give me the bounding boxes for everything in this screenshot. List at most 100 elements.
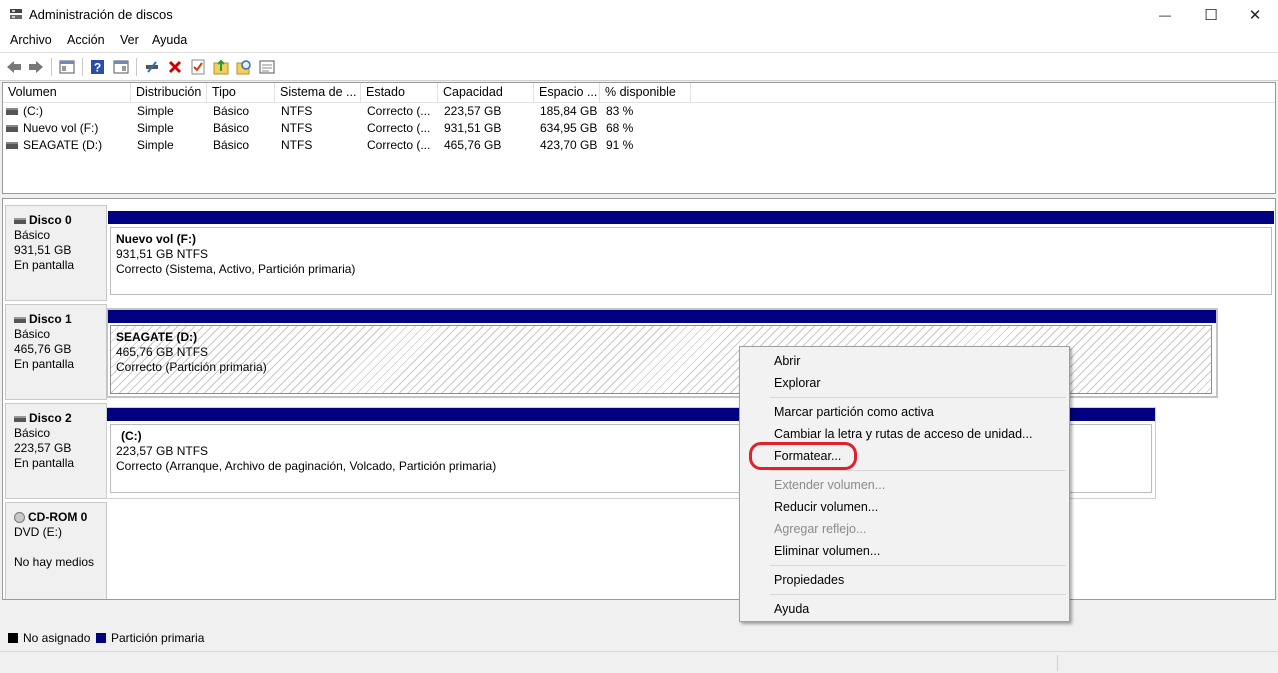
disk-0-size: 931,51 GB [14, 243, 72, 257]
disk-2-type: Básico [14, 426, 51, 440]
disk-1-size: 465,76 GB [14, 342, 72, 356]
cdrom-0-size [14, 540, 106, 555]
column-header-espacio[interactable]: Espacio ... [534, 83, 600, 102]
table-row[interactable]: (C:) Simple Básico NTFS Correcto (... 22… [3, 103, 1275, 120]
column-header-disponible[interactable]: % disponible [600, 83, 691, 102]
type-cell: Básico [213, 104, 250, 118]
disk-1-status: En pantalla [14, 357, 75, 371]
disk-2-size: 223,57 GB [14, 441, 72, 455]
percent-free-cell: 68 % [606, 121, 634, 135]
menu-separator [770, 397, 1066, 398]
disk-0-status: En pantalla [14, 258, 75, 272]
partition-d-name: SEAGATE (D:) [116, 330, 198, 344]
disk-0-label[interactable]: Disco 0 Básico 931,51 GB En pantalla [5, 205, 107, 301]
toolbar-separator [136, 58, 137, 76]
disk-icon [14, 217, 26, 224]
disk-icon [14, 316, 26, 323]
table-row[interactable]: SEAGATE (D:) Simple Básico NTFS Correcto… [3, 137, 1275, 154]
legend-primary-partition: Partición primaria [111, 631, 205, 645]
volume-name: (C:) [23, 104, 43, 118]
filesystem-cell: NTFS [281, 121, 313, 135]
menu-ayuda[interactable]: Ayuda [152, 33, 187, 47]
connect-disk-icon[interactable] [143, 58, 160, 75]
menu-separator [770, 470, 1066, 471]
console-tree-icon[interactable] [58, 58, 75, 75]
menu-item-eliminar[interactable]: Eliminar volumen... [774, 541, 880, 561]
layout-cell: Simple [137, 121, 174, 135]
disk-graphical-view: Disco 0 Básico 931,51 GB En pantalla Nue… [2, 198, 1276, 600]
column-header-capacidad[interactable]: Capacidad [438, 83, 534, 102]
drive-icon [6, 142, 18, 150]
menu-item-reducir[interactable]: Reducir volumen... [774, 497, 878, 517]
volume-cell: (C:) [3, 103, 131, 120]
filesystem-cell: NTFS [281, 104, 313, 118]
menu-item-marcar-activa[interactable]: Marcar partición como activa [774, 402, 934, 422]
details-icon[interactable] [258, 58, 275, 75]
minimize-button[interactable]: — [1142, 0, 1188, 30]
menu-archivo[interactable]: Archivo [10, 33, 52, 47]
partition-f-status: Correcto (Sistema, Activo, Partición pri… [116, 262, 356, 276]
properties-icon[interactable] [112, 58, 129, 75]
context-menu: Abrir Explorar Marcar partición como act… [739, 346, 1070, 622]
capacity-cell: 465,76 GB [444, 138, 502, 152]
cdrom-0-label[interactable]: CD-ROM 0 DVD (E:) No hay medios [5, 502, 107, 599]
primary-partition-swatch [96, 633, 106, 643]
formatear-highlight-circle [749, 442, 857, 470]
help-icon[interactable]: ? [89, 58, 106, 75]
delete-icon[interactable] [166, 58, 183, 75]
window-title: Administración de discos [29, 7, 173, 22]
toolbar: ? [0, 52, 1278, 81]
menu-accion[interactable]: Acción [67, 33, 105, 47]
filesystem-cell: NTFS [281, 138, 313, 152]
back-arrow-icon[interactable] [5, 58, 22, 75]
capacity-cell: 223,57 GB [444, 104, 502, 118]
volume-name: Nuevo vol (F:) [23, 121, 99, 135]
maximize-icon: ☐ [1204, 7, 1218, 24]
check-icon[interactable] [189, 58, 206, 75]
partition-color-bar [108, 211, 1274, 224]
close-icon: ✕ [1248, 7, 1262, 24]
legend: No asignado Partición primaria [0, 629, 1278, 649]
cd-icon [14, 512, 25, 524]
status-bar [0, 651, 1278, 673]
status-cell: Correcto (... [367, 121, 431, 135]
title-bar: Administración de discos — ☐ ✕ [0, 0, 1278, 30]
column-header-tipo[interactable]: Tipo [207, 83, 275, 102]
menu-item-abrir[interactable]: Abrir [774, 351, 800, 371]
status-cell: Correcto (... [367, 138, 431, 152]
disk-icon [14, 415, 26, 422]
disk-1-type: Básico [14, 327, 51, 341]
menu-ver[interactable]: Ver [120, 33, 139, 47]
column-header-distribucion[interactable]: Distribución [131, 83, 207, 102]
svg-text:?: ? [94, 60, 101, 74]
drive-icon [6, 108, 18, 116]
disk-2-label[interactable]: Disco 2 Básico 223,57 GB En pantalla [5, 403, 107, 499]
column-header-volumen[interactable]: Volumen [3, 83, 131, 102]
column-header-estado[interactable]: Estado [361, 83, 438, 102]
unallocated-swatch [8, 633, 18, 643]
type-cell: Básico [213, 138, 250, 152]
disk-1-label[interactable]: Disco 1 Básico 465,76 GB En pantalla [5, 304, 107, 400]
menu-item-cambiar-letra[interactable]: Cambiar la letra y rutas de acceso de un… [774, 424, 1032, 444]
layout-cell: Simple [137, 104, 174, 118]
partition-f[interactable]: Nuevo vol (F:) 931,51 GB NTFS Correcto (… [108, 211, 1274, 299]
drive-icon [6, 125, 18, 133]
search-icon[interactable] [235, 58, 252, 75]
maximize-button[interactable]: ☐ [1188, 0, 1234, 30]
folder-up-icon[interactable] [212, 58, 229, 75]
status-cell: Correcto (... [367, 104, 431, 118]
free-space-cell: 185,84 GB [540, 104, 598, 118]
volume-name: SEAGATE (D:) [23, 138, 103, 152]
menu-item-propiedades[interactable]: Propiedades [774, 570, 844, 590]
close-button[interactable]: ✕ [1232, 0, 1278, 30]
column-header-sistema[interactable]: Sistema de ... [275, 83, 361, 102]
disk-0-type: Básico [14, 228, 51, 242]
menu-item-explorar[interactable]: Explorar [774, 373, 821, 393]
status-separator [1057, 655, 1058, 671]
disk-1-name: Disco 1 [14, 312, 106, 327]
forward-arrow-icon[interactable] [27, 58, 44, 75]
partition-f-name: Nuevo vol (F:) [116, 232, 196, 246]
menu-item-ayuda[interactable]: Ayuda [774, 599, 809, 619]
partition-color-bar [108, 310, 1216, 323]
table-row[interactable]: Nuevo vol (F:) Simple Básico NTFS Correc… [3, 120, 1275, 137]
